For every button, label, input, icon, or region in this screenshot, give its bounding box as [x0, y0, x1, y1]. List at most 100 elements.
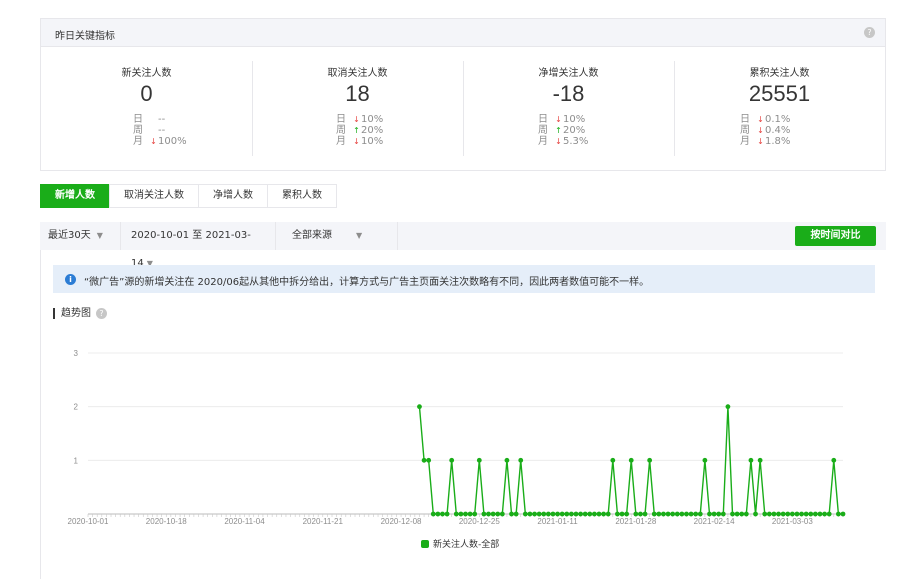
data-point — [490, 511, 496, 517]
x-tick-label: 2021-01-28 — [615, 517, 656, 526]
data-point — [707, 511, 712, 517]
data-point — [771, 511, 777, 517]
data-point — [628, 457, 634, 463]
x-tick-label: 2021-03-03 — [772, 517, 813, 526]
data-point — [592, 511, 597, 517]
data-point — [789, 511, 795, 517]
data-point — [734, 511, 740, 517]
data-point — [476, 457, 482, 463]
data-point — [463, 511, 468, 517]
data-point — [532, 511, 537, 517]
data-point — [587, 511, 593, 517]
data-point — [739, 511, 745, 517]
data-point — [624, 511, 630, 517]
data-point — [633, 511, 639, 517]
x-tick-label: 2020-10-18 — [146, 517, 187, 526]
legend-label: 新关注人数-全部 — [433, 538, 499, 550]
data-point — [610, 457, 616, 463]
legend-marker — [421, 540, 429, 548]
data-point — [730, 511, 735, 517]
data-point — [504, 457, 510, 463]
data-point — [748, 457, 754, 463]
data-point — [444, 511, 450, 517]
data-point — [794, 511, 800, 517]
data-point — [776, 511, 781, 517]
data-point — [513, 511, 519, 517]
data-point — [605, 511, 611, 517]
data-point — [697, 511, 703, 517]
data-point — [458, 511, 464, 517]
data-point — [541, 511, 547, 517]
y-tick-label: 3 — [74, 349, 79, 358]
data-point — [426, 457, 432, 463]
data-point — [435, 511, 441, 517]
data-point — [522, 511, 528, 517]
data-point — [453, 511, 459, 517]
data-point — [725, 404, 731, 410]
data-point — [651, 511, 657, 517]
data-point — [430, 511, 436, 517]
data-point — [766, 511, 772, 517]
data-point — [559, 511, 565, 517]
data-point — [509, 511, 514, 517]
data-point — [693, 511, 699, 517]
data-point — [578, 511, 583, 517]
data-point — [688, 511, 694, 517]
data-point — [799, 511, 804, 517]
data-point — [486, 511, 491, 517]
data-point — [642, 511, 648, 517]
data-point — [702, 457, 708, 463]
data-point — [831, 457, 837, 463]
x-tick-label: 2021-01-11 — [537, 517, 578, 526]
data-point — [711, 511, 717, 517]
trend-chart: 1 2 3 2020-10-01 2020-10-18 2020-11-04 2020-11… — [68, 349, 846, 550]
data-point — [596, 511, 602, 517]
data-point — [674, 511, 680, 517]
data-point — [808, 511, 814, 517]
data-point — [495, 511, 501, 517]
data-point — [573, 511, 579, 517]
data-point — [826, 511, 832, 517]
data-point — [472, 511, 478, 517]
x-tick-label: 2020-12-08 — [381, 517, 422, 526]
data-point — [822, 511, 827, 517]
x-tick-label: 2020-12-25 — [459, 517, 500, 526]
data-point — [817, 511, 823, 517]
data-point — [545, 511, 551, 517]
data-point — [785, 511, 791, 517]
data-point — [568, 511, 574, 517]
data-point — [780, 511, 786, 517]
data-point — [449, 457, 455, 463]
data-point — [670, 511, 676, 517]
data-point — [743, 511, 749, 517]
data-point — [762, 511, 768, 517]
data-point — [615, 511, 620, 517]
x-tick-label: 2020-10-01 — [68, 517, 109, 526]
data-point — [684, 511, 689, 517]
data-point — [720, 511, 726, 517]
data-point — [481, 511, 487, 517]
data-point — [440, 511, 445, 517]
data-point — [421, 457, 427, 463]
data-point — [647, 457, 653, 463]
y-tick-label: 1 — [74, 456, 79, 465]
data-point — [564, 511, 570, 517]
data-point — [555, 511, 560, 517]
data-point — [679, 511, 685, 517]
data-point — [835, 511, 841, 517]
data-point — [536, 511, 542, 517]
data-point — [638, 511, 643, 517]
data-point — [619, 511, 625, 517]
data-point — [518, 457, 524, 463]
data-point — [661, 511, 666, 517]
x-tick-label: 2020-11-04 — [224, 517, 265, 526]
y-tick-label: 2 — [74, 403, 79, 412]
data-point — [417, 404, 422, 410]
data-point — [840, 511, 846, 517]
data-point — [803, 511, 809, 517]
data-point — [582, 511, 588, 517]
data-point — [753, 511, 758, 517]
data-point — [550, 511, 556, 517]
data-point — [812, 511, 818, 517]
data-point — [716, 511, 722, 517]
